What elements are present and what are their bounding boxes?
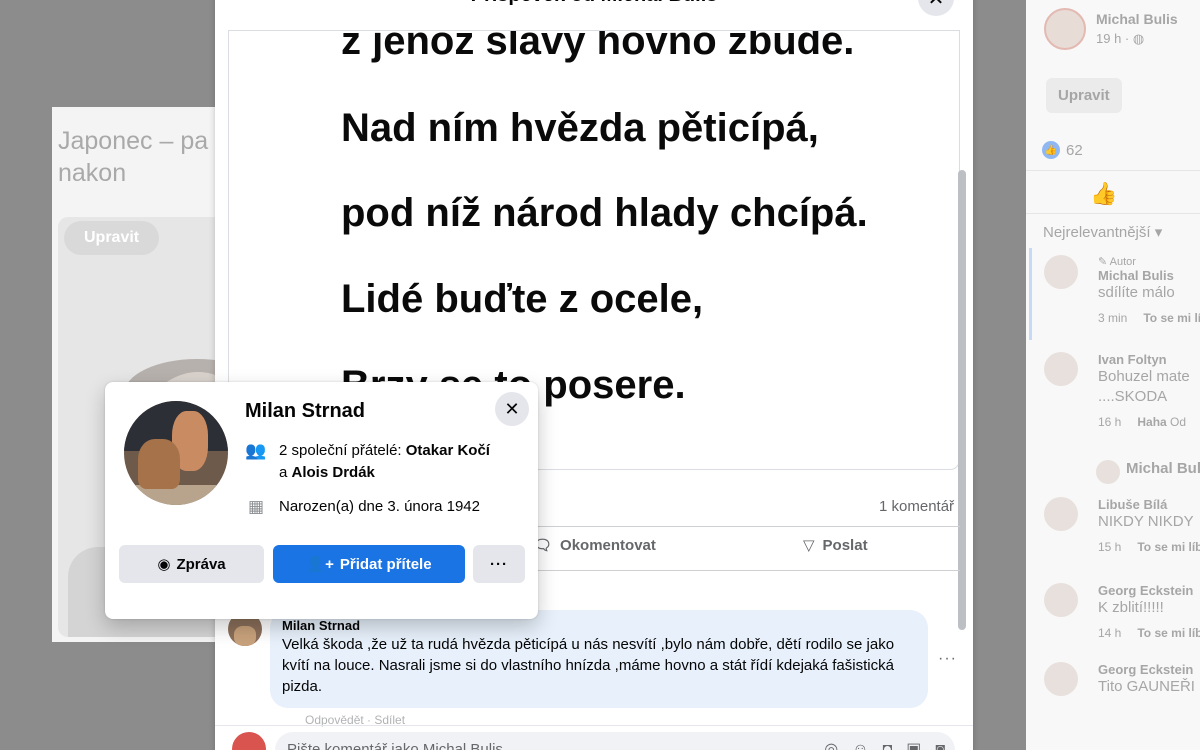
like-count: 62 [1066, 141, 1083, 159]
avatar[interactable] [1044, 255, 1078, 289]
send-button-label: Poslat [822, 536, 868, 554]
like-summary[interactable]: 👍 62 [1042, 141, 1083, 159]
add-friend-icon: 👤+ [306, 556, 334, 573]
comment-time[interactable]: 15 h [1098, 540, 1121, 554]
comment-options-button[interactable]: ··· [938, 650, 957, 668]
calendar-icon: ▦ [247, 497, 265, 516]
scrollbar[interactable] [958, 170, 966, 630]
author-badge-icon: ✎ [1098, 256, 1108, 268]
camera-icon[interactable]: ◘ [883, 732, 893, 750]
poem-line: Nad ním hvězda pěticípá, [341, 106, 819, 150]
globe-icon: ◍ [1132, 31, 1145, 46]
comment-time[interactable]: 14 h [1098, 626, 1121, 640]
comment-reply-link[interactable]: Od [1170, 415, 1186, 429]
comment-text: K zblití!!!!! [1098, 599, 1164, 616]
side-post-author[interactable]: Michal Bulis [1096, 11, 1178, 27]
poem-line: pod níž národ hlady chcípá. [341, 191, 868, 235]
mutual-friends-and: a [279, 464, 292, 481]
mutual-friend-link[interactable]: Otakar Kočí [406, 442, 490, 459]
mutual-friends-row: 👥 2 společní přátelé: Otakar Kočí a Aloi… [245, 440, 490, 484]
profile-photo[interactable] [124, 401, 228, 505]
avatar[interactable] [1096, 460, 1120, 484]
avatar[interactable] [1044, 8, 1086, 50]
comment-text: Velká škoda ,že už ta rudá hvězda pěticí… [282, 636, 895, 695]
mutual-friends-prefix: 2 společní přátelé: [279, 442, 406, 459]
message-button[interactable]: ◉ Zpráva [119, 545, 264, 583]
side-post-header: Michal Bulis 19 h · ◍ [1044, 8, 1178, 50]
comment-sort-dropdown[interactable]: Nejrelevantnější ▾ [1043, 223, 1162, 241]
close-icon[interactable]: ✕ [918, 0, 954, 16]
sticker-icon[interactable]: ◎ [824, 732, 838, 750]
side-post-panel: Michal Bulis 19 h · ◍ Upravit 👍 62 👍 Nej… [1026, 0, 1200, 750]
send-icon: ▽ [803, 537, 815, 554]
background-edit-button[interactable]: Upravit [64, 221, 160, 255]
comment-time[interactable]: 16 h [1098, 415, 1121, 429]
avatar[interactable] [1044, 583, 1078, 617]
comment-like-link[interactable]: To se mi líbí [1137, 626, 1200, 640]
poem-line: Lidé buďte z ocele, [341, 277, 704, 321]
poem-line: z jenož slávy hovno zbude. [341, 30, 855, 63]
comment-time[interactable]: 3 min [1098, 311, 1127, 325]
messenger-icon: ◉ [157, 556, 171, 573]
side-edit-button[interactable]: Upravit [1046, 78, 1122, 113]
gif-icon[interactable]: ▣ [906, 732, 921, 750]
birthday-row: ▦ Narozen(a) dne 3. února 1942 [245, 496, 480, 518]
comment-like-link[interactable]: Haha [1137, 415, 1166, 429]
friends-icon: 👥 [245, 441, 267, 460]
avatar[interactable] [1044, 497, 1078, 531]
close-icon[interactable]: ✕ [495, 392, 529, 426]
profile-hover-card: Milan Strnad ✕ 👥 2 společní přátelé: Ota… [105, 382, 538, 619]
more-options-button[interactable]: ··· [473, 545, 525, 583]
comment-author[interactable]: Georg Eckstein [1098, 583, 1200, 598]
comment-input[interactable]: Pište komentář jako Michal Bulis ◎ ☺ ◘ ▣… [275, 732, 955, 750]
emoji-icon[interactable]: ☺ [852, 732, 868, 750]
comment-author[interactable]: Milan Strnad [282, 618, 916, 633]
side-post-time: 19 h · [1096, 31, 1130, 46]
comment-author[interactable]: Michal Bulis [1126, 460, 1200, 477]
profile-name[interactable]: Milan Strnad [245, 400, 365, 423]
comment-author[interactable]: Ivan Foltyn [1098, 352, 1200, 367]
comment-author[interactable]: Georg Eckstein [1098, 662, 1200, 677]
comment-count-link[interactable]: 1 komentář [879, 498, 954, 515]
avatar [232, 732, 266, 750]
add-friend-button[interactable]: 👤+ Přidat přítele [273, 545, 465, 583]
sticker-alt-icon[interactable]: ◙ [935, 732, 945, 750]
like-icon: 👍 [1042, 141, 1060, 159]
comment-input-placeholder: Pište komentář jako Michal Bulis [287, 741, 503, 750]
comment-text: Bohuzel mate ....SKODA [1098, 368, 1190, 405]
comment-like-link[interactable]: To se mi líbí [1143, 311, 1200, 325]
message-button-label: Zpráva [176, 555, 226, 573]
author-badge: Autor [1109, 256, 1136, 268]
like-button-icon[interactable]: 👍 [1090, 181, 1117, 207]
comment-author[interactable]: Libuše Bílá [1098, 497, 1200, 512]
modal-title: Příspěvek od Michal Bulis [215, 0, 973, 10]
comment-bubble: Milan Strnad Velká škoda ,že už ta rudá … [270, 610, 928, 708]
post-modal: Příspěvek od Michal Bulis ✕ z jenož sláv… [215, 0, 973, 750]
comment-text: Tito GAUNEŘI [1098, 678, 1195, 695]
add-friend-button-label: Přidat přítele [339, 555, 432, 573]
mutual-friend-link[interactable]: Alois Drdák [292, 464, 375, 481]
comment-button[interactable]: 🗨 Okomentovat [533, 536, 656, 555]
comment-button-label: Okomentovat [560, 536, 656, 554]
comment-text: NIKDY NIKDY [1098, 513, 1194, 530]
comment-text: sdílíte málo [1098, 284, 1175, 301]
comment-author[interactable]: Michal Bulis [1098, 268, 1200, 283]
send-button[interactable]: ▽ Poslat [803, 536, 868, 555]
comment-like-link[interactable]: To se mi líbí [1137, 540, 1200, 554]
birthday-text: Narozen(a) dne 3. února 1942 [279, 498, 480, 515]
avatar[interactable] [1044, 662, 1078, 696]
background-post-text: Japonec – pa zemi a nakon [58, 127, 222, 187]
avatar[interactable] [1044, 352, 1078, 386]
